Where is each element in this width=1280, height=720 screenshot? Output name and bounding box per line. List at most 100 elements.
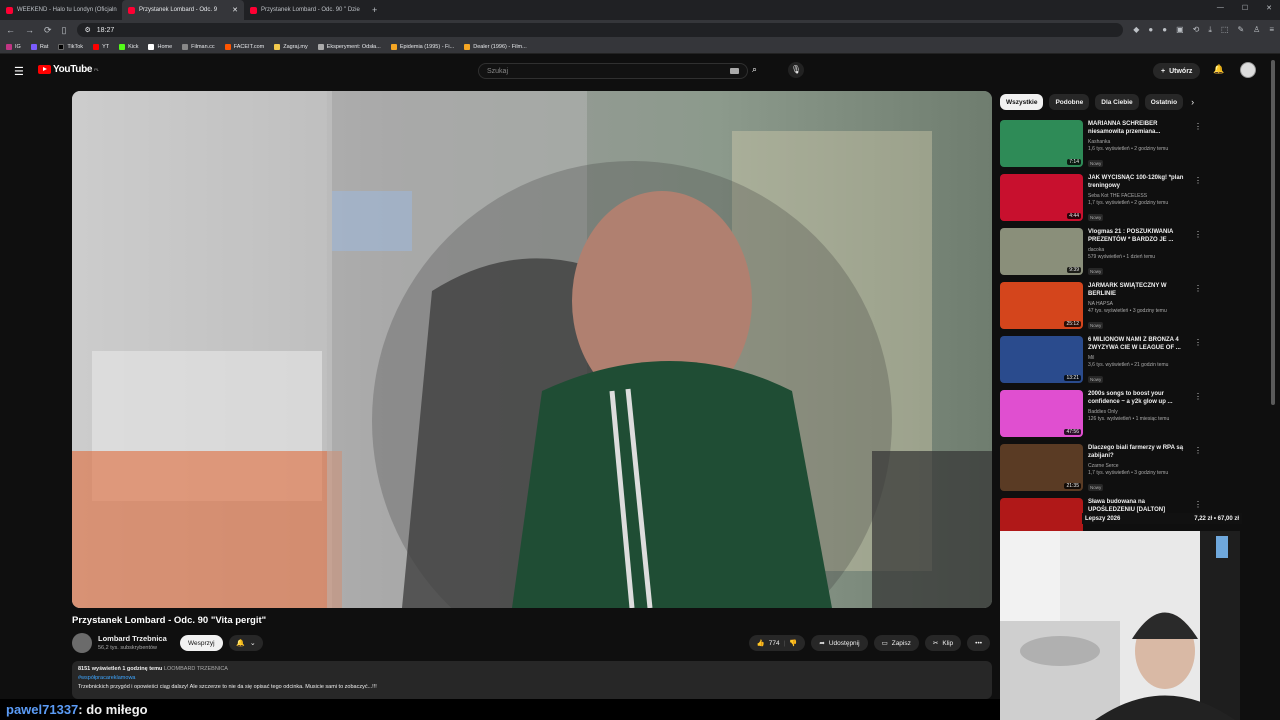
subscription-bell-button[interactable]: 🔔 ⌄ bbox=[229, 635, 263, 651]
recommendation-title[interactable]: Vlogmas 21 : POSZUKIWANIA PREZENTÓW * BA… bbox=[1088, 228, 1188, 244]
close-window-icon[interactable]: ✕ bbox=[1266, 4, 1272, 12]
channel-name[interactable]: Lombard Trzebnica bbox=[98, 634, 167, 643]
bookmark-item[interactable]: Eksperyment: Odsła... bbox=[317, 43, 381, 50]
share-button[interactable]: ➦ Udostępnij bbox=[811, 635, 868, 651]
notifications-icon[interactable]: 🔔 bbox=[1213, 64, 1224, 75]
recommendation-title[interactable]: 6 MILIONOW NAMI Z BRONZA 4 ZWYZYWA CIE W… bbox=[1088, 336, 1188, 352]
more-options-icon[interactable]: ⋮ bbox=[1194, 392, 1202, 401]
bookmark-item[interactable]: Epidemia (1995) - Fi... bbox=[390, 43, 454, 50]
recommendation-thumbnail[interactable]: 13:21 bbox=[1000, 336, 1083, 383]
forward-icon[interactable]: → bbox=[25, 25, 34, 35]
recommendation-channel[interactable]: Czarne Serce bbox=[1088, 463, 1188, 469]
recommendation-item[interactable]: 25:12 JARMARK ŚWIĄTECZNY W BERLINIE NA HAP… bbox=[1000, 282, 1204, 336]
chip-recent[interactable]: Ostatnio bbox=[1144, 94, 1184, 110]
recommendation-thumbnail[interactable]: 25:12 bbox=[1000, 282, 1083, 329]
recommendation-item[interactable]: 9:39 Vlogmas 21 : POSZUKIWANIA PREZENTÓW … bbox=[1000, 228, 1204, 282]
bookmark-item[interactable]: Filman.cc bbox=[182, 43, 215, 50]
chip-all[interactable]: Wszystkie bbox=[1000, 94, 1044, 110]
browser-menu-icon[interactable]: ≡ bbox=[1269, 25, 1274, 35]
microphone-icon[interactable]: 🎙 bbox=[788, 62, 804, 78]
more-options-icon[interactable]: ⋮ bbox=[1194, 122, 1202, 131]
browser-tab-active[interactable]: Przystanek Lombard - Odc. 9 ✕ bbox=[122, 0, 244, 20]
chevron-right-icon[interactable]: › bbox=[1189, 94, 1194, 110]
recommendation-thumbnail[interactable]: 21:35 bbox=[1000, 444, 1083, 491]
recommendation-item[interactable]: 4:44 JAK WYCISNĄĆ 100-120kg! *plan trenin… bbox=[1000, 174, 1204, 228]
bookmark-item[interactable]: Dealer (1996) - Film... bbox=[464, 43, 527, 50]
back-icon[interactable]: ← bbox=[6, 25, 15, 35]
recommendation-title[interactable]: 2000s songs to boost your confidence ~ a… bbox=[1088, 390, 1188, 406]
youtube-logo[interactable]: YouTube PL bbox=[38, 64, 99, 75]
new-tab-icon[interactable]: + bbox=[366, 5, 383, 15]
chip-related[interactable]: Podobne bbox=[1049, 94, 1090, 110]
save-button[interactable]: ▭ Zapisz bbox=[873, 635, 919, 651]
download-icon[interactable]: ⤓ bbox=[1208, 25, 1212, 35]
recommendation-item[interactable]: 47:56 2000s songs to boost your confidenc… bbox=[1000, 390, 1204, 444]
video-player[interactable] bbox=[72, 91, 992, 608]
recommendation-title[interactable]: JAK WYCISNĄĆ 100-120kg! *plan treningowy bbox=[1088, 174, 1188, 190]
chip-for-you[interactable]: Dla Ciebie bbox=[1095, 94, 1139, 110]
recommendation-item[interactable]: 13:21 6 MILIONOW NAMI Z BRONZA 4 ZWYZYWA … bbox=[1000, 336, 1204, 390]
menu-icon[interactable]: ☰ bbox=[14, 65, 24, 78]
recommendation-item[interactable]: 21:35 Dlaczego biali farmerzy w RPA są za… bbox=[1000, 444, 1204, 498]
maximize-icon[interactable]: ☐ bbox=[1242, 4, 1248, 12]
url-field[interactable]: ⚙ 18:27 bbox=[76, 23, 1124, 37]
page-scrollbar[interactable] bbox=[1271, 60, 1275, 405]
recommendation-thumbnail[interactable]: 4:44 bbox=[1000, 174, 1083, 221]
bookmark-item[interactable]: TikTok bbox=[58, 43, 83, 50]
recommendation-channel[interactable]: Mil bbox=[1088, 355, 1188, 361]
edit-icon[interactable]: ✎ bbox=[1237, 25, 1244, 35]
search-input[interactable]: Szukaj bbox=[478, 63, 748, 79]
bookmark-item[interactable]: Home bbox=[148, 43, 172, 50]
description-box[interactable]: 8151 wyświetleń 1 godzinę temu LOOMBARD … bbox=[72, 661, 992, 699]
more-actions-button[interactable]: ••• bbox=[967, 635, 990, 651]
recommendation-channel[interactable]: Baddies Only bbox=[1088, 409, 1188, 415]
more-options-icon[interactable]: ⋮ bbox=[1194, 446, 1202, 455]
more-options-icon[interactable]: ⋮ bbox=[1194, 230, 1202, 239]
bookmark-item[interactable]: IG bbox=[6, 43, 21, 50]
extension-icon[interactable]: ◆ bbox=[1133, 25, 1139, 35]
extension-icon[interactable]: ● bbox=[1148, 25, 1153, 35]
bookmark-item[interactable]: FACEIT.com bbox=[224, 43, 264, 50]
recommendation-thumbnail[interactable]: 9:39 bbox=[1000, 228, 1083, 275]
channel-avatar[interactable] bbox=[72, 633, 92, 653]
more-options-icon[interactable]: ⋮ bbox=[1194, 176, 1202, 185]
recommendation-title[interactable]: Dlaczego biali farmerzy w RPA są zabijan… bbox=[1088, 444, 1188, 460]
recommendation-thumbnail[interactable]: 7:14 bbox=[1000, 120, 1083, 167]
more-options-icon[interactable]: ⋮ bbox=[1194, 338, 1202, 347]
clip-button[interactable]: ✂ Klip bbox=[924, 635, 962, 651]
bookmark-page-icon[interactable]: ▯ bbox=[62, 25, 67, 36]
account-avatar[interactable] bbox=[1240, 62, 1256, 78]
recommendation-channel[interactable]: Seba Kot THE FACELESS bbox=[1088, 193, 1188, 199]
more-options-icon[interactable]: ⋮ bbox=[1194, 500, 1202, 509]
recommendation-title[interactable]: Sława budowana na UPOŚLEDZENIU [DALTON] bbox=[1088, 498, 1188, 514]
browser-tab[interactable]: WEEKEND - Halo tu Londyn (Oficjaln bbox=[0, 0, 122, 20]
profile-icon[interactable]: ♙ bbox=[1253, 25, 1260, 35]
keyboard-icon[interactable] bbox=[730, 68, 739, 74]
extension-icon[interactable]: ⟲ bbox=[1193, 25, 1200, 35]
extension-icon[interactable]: ● bbox=[1162, 25, 1167, 35]
recommendation-channel[interactable]: dacoka bbox=[1088, 247, 1188, 253]
site-info-icon[interactable]: ⚙ bbox=[85, 26, 91, 34]
recommendation-thumbnail[interactable]: 47:56 bbox=[1000, 390, 1083, 437]
extension-icon[interactable]: ⬚ bbox=[1221, 25, 1229, 35]
recommendation-item[interactable]: 7:14 MARIANNA SCHREIBER niesamowita przem… bbox=[1000, 120, 1204, 174]
reload-icon[interactable]: ⟳ bbox=[44, 25, 52, 36]
bookmark-item[interactable]: YT bbox=[93, 43, 109, 50]
search-icon[interactable]: ⌕ bbox=[752, 64, 757, 75]
recommendation-channel[interactable]: Kashanka bbox=[1088, 139, 1188, 145]
support-button[interactable]: Wesprzyj bbox=[180, 635, 223, 651]
recommendation-title[interactable]: MARIANNA SCHREIBER niesamowita przemiana… bbox=[1088, 120, 1188, 136]
close-tab-icon[interactable]: ✕ bbox=[232, 6, 238, 14]
minimize-icon[interactable]: — bbox=[1217, 4, 1224, 12]
hashtag-link[interactable]: #współpracareklamowa bbox=[78, 674, 986, 683]
bookmark-item[interactable]: Rat bbox=[30, 43, 48, 50]
browser-tab[interactable]: Przystanek Lombard - Odc. 90 " Dzie bbox=[244, 0, 366, 20]
more-options-icon[interactable]: ⋮ bbox=[1194, 284, 1202, 293]
recommendation-channel[interactable]: NA HAPSA bbox=[1088, 301, 1188, 307]
bookmark-item[interactable]: Kick bbox=[119, 43, 138, 50]
create-button[interactable]: + Utwórz bbox=[1153, 63, 1201, 79]
recommendation-title[interactable]: JARMARK ŚWIĄTECZNY W BERLINIE bbox=[1088, 282, 1188, 298]
extension-icon[interactable]: ▣ bbox=[1176, 25, 1184, 35]
like-button[interactable]: 👍 774 | 👎 bbox=[748, 635, 806, 651]
thumbs-down-icon[interactable]: 👎 bbox=[789, 639, 797, 647]
